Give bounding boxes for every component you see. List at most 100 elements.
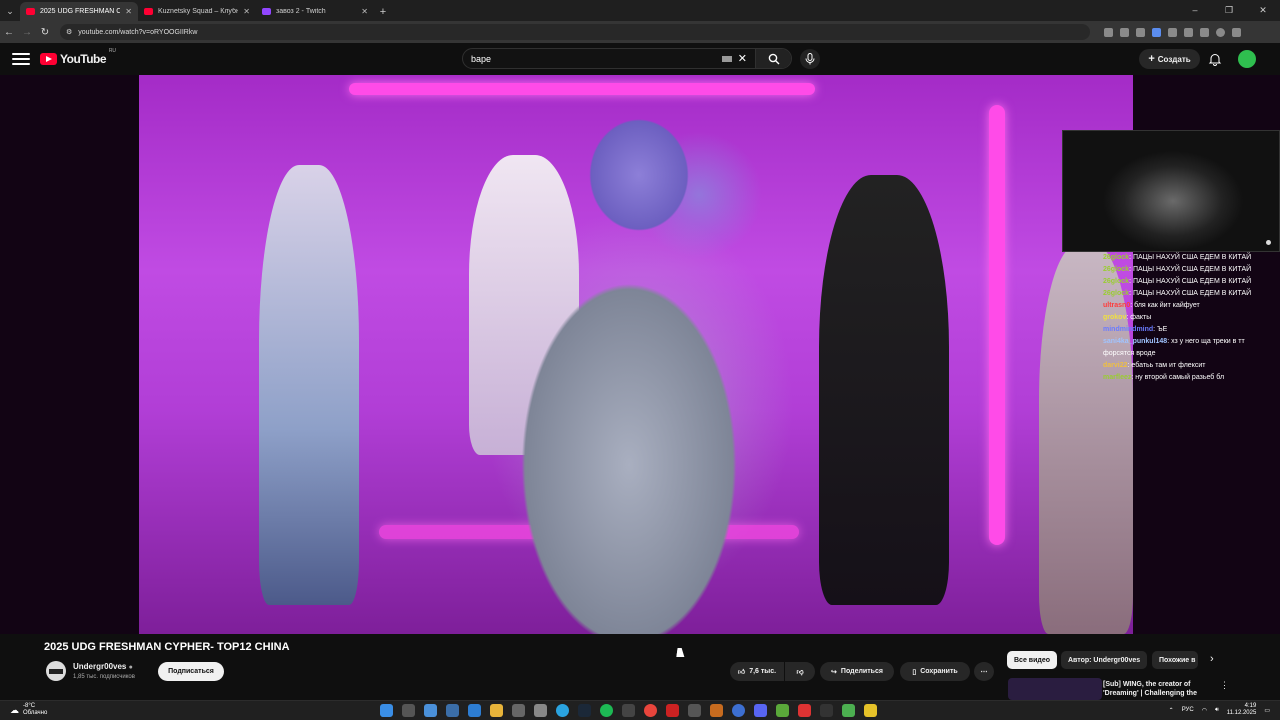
address-bar[interactable]: ⚙ youtube.com/watch?v=oRYOOGIIRkw	[60, 24, 1090, 40]
clock[interactable]: 4:19 11.12.2025	[1227, 703, 1257, 717]
app-icon[interactable]	[710, 704, 723, 717]
subscribe-button[interactable]: Подписаться	[158, 662, 224, 681]
chat-username[interactable]: mindmindmind	[1103, 326, 1153, 333]
app-icon[interactable]	[468, 704, 481, 717]
extension-icon[interactable]	[1152, 27, 1161, 37]
related-more-icon[interactable]: ⋮	[1220, 680, 1229, 691]
chip-all-videos[interactable]: Все видео	[1007, 651, 1058, 669]
search-input[interactable]: bape	[463, 54, 722, 64]
microphone-icon	[805, 53, 815, 65]
clear-search-icon[interactable]: ✕	[738, 52, 747, 65]
notifications-icon[interactable]: ▭	[1264, 707, 1270, 714]
volume-icon[interactable]: 🔊︎	[1215, 707, 1219, 714]
app-icon[interactable]	[512, 704, 525, 717]
keyboard-icon[interactable]	[721, 55, 732, 62]
spotify-icon[interactable]	[600, 704, 613, 717]
reload-icon[interactable]: ↻	[36, 27, 54, 38]
related-thumbnail[interactable]	[1008, 678, 1102, 700]
account-avatar[interactable]	[1238, 50, 1256, 68]
chat-text: ПАЦЫ НАХУЙ США ЕДЕМ В КИТАЙ	[1132, 266, 1252, 273]
new-tab-button[interactable]: +	[374, 2, 392, 21]
video-player[interactable]: 26glock: ПАЦЫ НАХУЙ США ЕДЕМ В КИТАЙ 26gl…	[0, 75, 1280, 634]
wifi-icon[interactable]: ◠	[1202, 707, 1207, 714]
chat-username[interactable]: ultrasn0	[1103, 302, 1130, 309]
close-window-icon[interactable]: ✕	[1246, 0, 1280, 20]
share-button[interactable]: ↪ Поделиться	[820, 662, 894, 681]
telegram-icon[interactable]	[556, 704, 569, 717]
app-icon[interactable]	[864, 704, 877, 717]
channel-avatar[interactable]	[46, 661, 66, 681]
forward-icon[interactable]: →	[18, 27, 36, 38]
chat-username[interactable]: 26glock	[1103, 266, 1129, 273]
hamburger-menu-icon[interactable]	[12, 53, 30, 65]
minimize-icon[interactable]: –	[1178, 0, 1212, 20]
back-icon[interactable]: ←	[0, 27, 18, 38]
chip-similar[interactable]: Похожие в	[1152, 651, 1198, 669]
zoom-icon[interactable]	[1120, 27, 1129, 37]
tab-youtube-kuznetsky[interactable]: Kuznetsky Squad – Клубника – ✕	[138, 2, 256, 21]
chat-username[interactable]: darvi22	[1103, 362, 1128, 369]
chat-message: форсятся вроде	[1103, 348, 1273, 360]
tab-twitch[interactable]: завоз 2 - Twitch ✕	[256, 2, 374, 21]
sidebar-icon[interactable]	[1200, 27, 1209, 37]
puzzle-icon[interactable]	[1184, 27, 1193, 37]
notifications-bell-icon[interactable]	[1208, 52, 1222, 66]
like-button[interactable]: 👍︎ 7,6 тыс.	[730, 662, 784, 681]
chips-next-icon[interactable]: ›	[1210, 653, 1214, 665]
chat-username[interactable]: 26glock	[1103, 290, 1129, 297]
app-icon[interactable]	[666, 704, 679, 717]
more-actions-button[interactable]: ⋯	[974, 662, 994, 681]
create-button[interactable]: + Создать	[1139, 49, 1200, 69]
youtube-logo[interactable]: YouTube RU	[40, 48, 116, 66]
chat-username[interactable]: 26glock	[1103, 278, 1129, 285]
chat-message: grokov: факты	[1103, 312, 1273, 324]
tab-search-icon[interactable]: ⌄	[0, 1, 20, 21]
tab-youtube-cypher[interactable]: 2025 UDG FRESHMAN CYPHER ✕	[20, 2, 138, 21]
save-button[interactable]: ▯ Сохранить	[900, 662, 970, 681]
chrome-icon[interactable]	[644, 704, 657, 717]
temperature: -8°C	[23, 703, 36, 709]
app-icon[interactable]	[798, 704, 811, 717]
extension-icon[interactable]	[1168, 27, 1177, 37]
chat-username[interactable]: grokov	[1103, 314, 1126, 321]
minecraft-icon[interactable]	[776, 704, 789, 717]
widgets-icon[interactable]	[424, 704, 437, 717]
bookmark-star-icon[interactable]	[1136, 27, 1145, 37]
app-icon[interactable]	[842, 704, 855, 717]
app-icon[interactable]	[688, 704, 701, 717]
language-indicator[interactable]: РУС	[1182, 707, 1194, 713]
chat-username[interactable]: marfleez	[1103, 374, 1131, 381]
terminal-icon[interactable]	[820, 704, 833, 717]
chat-username[interactable]: sani4ka_punkul148	[1103, 338, 1167, 345]
calendar-icon[interactable]	[534, 704, 547, 717]
menu-kebab-icon[interactable]	[1232, 27, 1241, 37]
search-icon[interactable]	[402, 704, 415, 717]
chat-message: ultrasn0: бля как йит кайфует	[1103, 300, 1273, 312]
voice-search-button[interactable]	[800, 49, 820, 69]
chat-username[interactable]: 26glock	[1103, 254, 1129, 261]
tray-chevron-icon[interactable]: ⌃	[1169, 707, 1174, 714]
maximize-icon[interactable]: ❐	[1212, 0, 1246, 20]
dislike-button[interactable]: 👎︎	[785, 662, 815, 681]
close-tab-icon[interactable]: ✕	[125, 7, 132, 16]
channel-name[interactable]: Undergr00ves ●	[73, 662, 133, 671]
site-info-icon[interactable]: ⚙	[66, 28, 72, 36]
app-icon[interactable]	[622, 704, 635, 717]
file-explorer-icon[interactable]	[490, 704, 503, 717]
discord-icon[interactable]	[754, 704, 767, 717]
app-icon[interactable]	[732, 704, 745, 717]
close-tab-icon[interactable]: ✕	[361, 7, 368, 16]
start-windows-icon[interactable]	[380, 704, 393, 717]
weather-widget[interactable]: ☁ -8°C Облачно	[10, 703, 47, 717]
close-tab-icon[interactable]: ✕	[243, 7, 250, 16]
video-frame[interactable]	[139, 75, 1133, 634]
system-tray: ⌃ РУС ◠ 🔊︎ 4:19 11.12.2025 ▭	[1169, 703, 1270, 717]
plus-icon: +	[1148, 53, 1155, 65]
app-icon[interactable]	[446, 704, 459, 717]
steam-icon[interactable]	[578, 704, 591, 717]
chip-by-author[interactable]: Автор: Undergr00ves	[1061, 651, 1148, 669]
search-button[interactable]	[755, 49, 791, 68]
install-app-icon[interactable]	[1104, 27, 1113, 37]
profile-icon[interactable]	[1216, 27, 1225, 37]
related-title[interactable]: [Sub] WING, the creator of 'Dreaming' | …	[1103, 680, 1213, 698]
